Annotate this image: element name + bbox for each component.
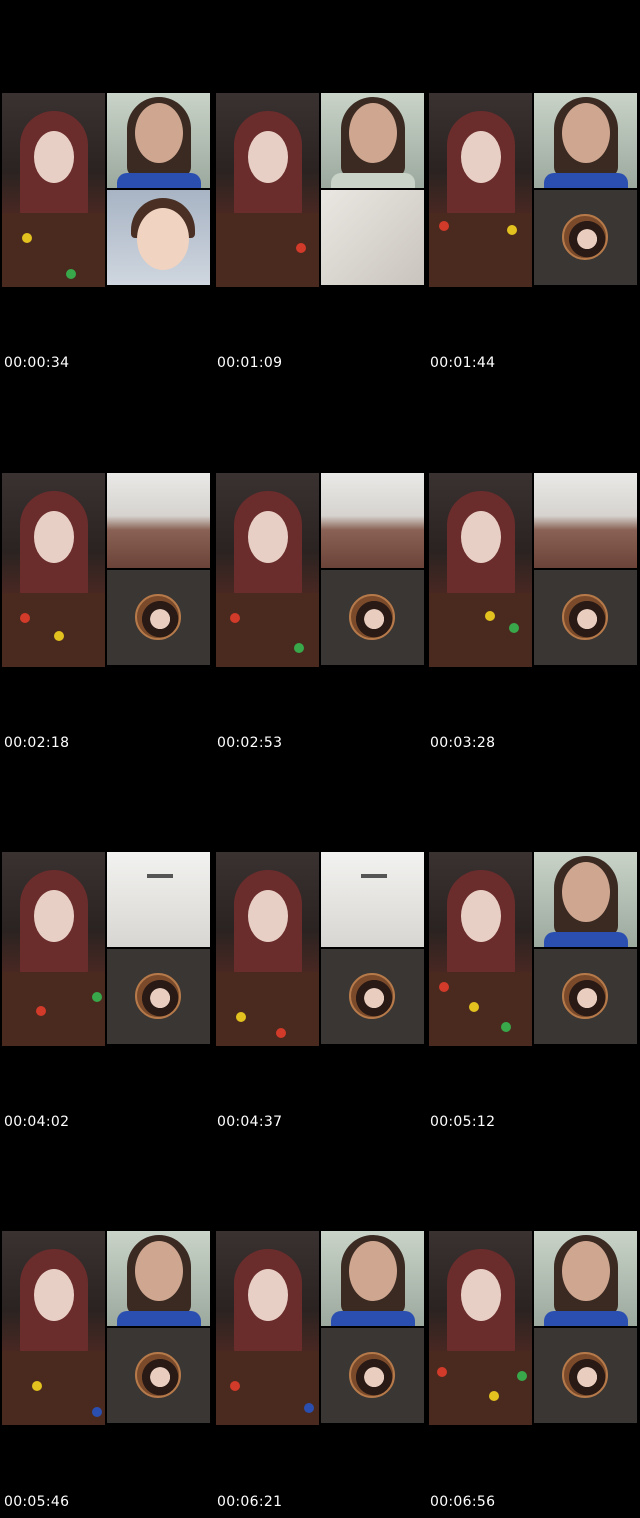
thumbnail[interactable] [429, 93, 637, 287]
timestamp-label: 00:04:02 [4, 1114, 70, 1130]
main-video-feed [429, 1231, 532, 1425]
main-video-feed [216, 1231, 319, 1425]
timestamp-label: 00:01:09 [217, 355, 283, 371]
participant-video-tile [321, 190, 424, 285]
avatar [349, 1352, 395, 1398]
main-video-feed [216, 93, 319, 287]
participant-video-tile [107, 1231, 210, 1326]
thumbnail[interactable] [429, 473, 637, 667]
participant-video-tile [107, 473, 210, 568]
timestamp-label: 00:05:12 [430, 1114, 496, 1130]
avatar [135, 594, 181, 640]
participant-avatar-tile [107, 570, 210, 665]
timestamp-label: 00:02:53 [217, 735, 283, 751]
participant-video-tile [534, 93, 637, 188]
timestamp-label: 00:05:46 [4, 1494, 70, 1510]
main-video-feed [429, 93, 532, 287]
main-video-feed [2, 1231, 105, 1425]
thumbnail[interactable] [2, 473, 210, 667]
participant-video-tile [534, 852, 637, 947]
participant-avatar-tile [321, 949, 424, 1044]
participant-avatar-tile [321, 1328, 424, 1423]
avatar [135, 1352, 181, 1398]
main-video-feed [429, 473, 532, 667]
avatar [562, 594, 608, 640]
avatar [349, 973, 395, 1019]
timestamp-label: 00:01:44 [430, 355, 496, 371]
participant-avatar-tile [534, 190, 637, 285]
participant-video-tile [321, 93, 424, 188]
main-video-feed [216, 473, 319, 667]
timestamp-label: 00:06:56 [430, 1494, 496, 1510]
main-video-feed [216, 852, 319, 1046]
avatar [135, 973, 181, 1019]
avatar [562, 1352, 608, 1398]
avatar [562, 973, 608, 1019]
timestamp-label: 00:00:34 [4, 355, 70, 371]
participant-avatar-tile [534, 570, 637, 665]
main-video-feed [429, 852, 532, 1046]
thumbnail[interactable] [2, 852, 210, 1046]
thumbnail[interactable] [216, 473, 424, 667]
thumbnail[interactable] [429, 852, 637, 1046]
participant-avatar-tile [107, 1328, 210, 1423]
participant-video-tile [534, 1231, 637, 1326]
participant-video-tile [107, 852, 210, 947]
avatar [349, 594, 395, 640]
thumbnail[interactable] [429, 1231, 637, 1425]
avatar [562, 214, 608, 260]
main-video-feed [2, 852, 105, 1046]
participant-video-tile [321, 473, 424, 568]
participant-avatar-tile [534, 949, 637, 1044]
timestamp-label: 00:06:21 [217, 1494, 283, 1510]
main-video-feed [2, 93, 105, 287]
participant-video-tile [321, 1231, 424, 1326]
thumbnail[interactable] [216, 1231, 424, 1425]
thumbnail[interactable] [2, 93, 210, 287]
thumbnail[interactable] [216, 93, 424, 287]
participant-video-tile [534, 473, 637, 568]
timestamp-label: 00:02:18 [4, 735, 70, 751]
participant-video-tile [321, 852, 424, 947]
timestamp-label: 00:03:28 [430, 735, 496, 751]
participant-avatar-tile [321, 570, 424, 665]
thumbnail[interactable] [216, 852, 424, 1046]
participant-video-tile [107, 190, 210, 285]
participant-avatar-tile [534, 1328, 637, 1423]
participant-avatar-tile [107, 949, 210, 1044]
thumbnail[interactable] [2, 1231, 210, 1425]
timestamp-label: 00:04:37 [217, 1114, 283, 1130]
participant-video-tile [107, 93, 210, 188]
main-video-feed [2, 473, 105, 667]
